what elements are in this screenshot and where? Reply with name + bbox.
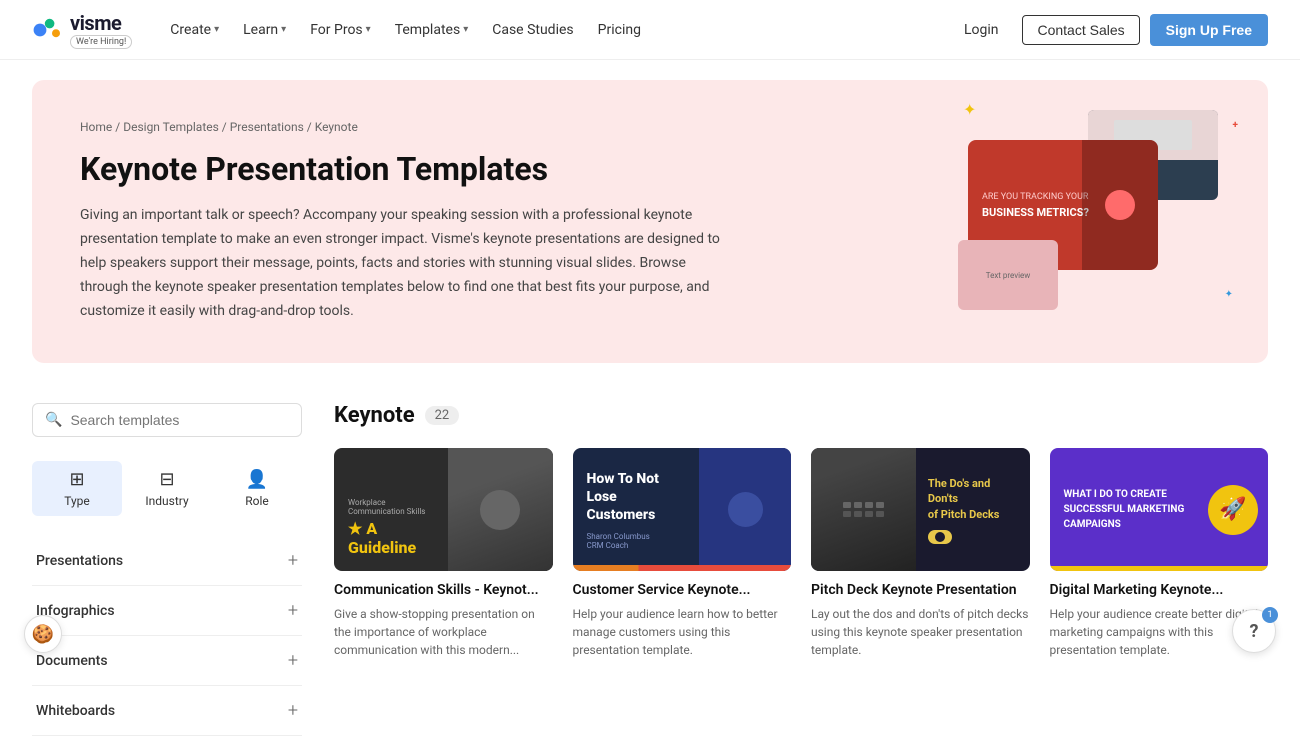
help-icon: ? [1250, 621, 1259, 642]
breadcrumb-design-templates[interactable]: Design Templates [123, 120, 219, 134]
logo[interactable]: visme We're Hiring! [32, 11, 132, 49]
nav-case-studies[interactable]: Case Studies [482, 16, 583, 44]
hero-image: text ARE YOU TRACKING YOUR BUSINESS METR… [948, 90, 1248, 330]
breadcrumb-keynote: Keynote [315, 120, 358, 134]
sidebar-item-presentations[interactable]: Presentations + [32, 536, 302, 585]
breadcrumb-presentations[interactable]: Presentations [230, 120, 304, 134]
thumbnail-image [448, 448, 553, 571]
hero-banner: Home / Design Templates / Presentations … [32, 80, 1268, 363]
chevron-down-icon: ▾ [463, 24, 468, 35]
template-description: Lay out the dos and don'ts of pitch deck… [811, 605, 1030, 659]
section-header: Keynote 22 [334, 403, 1268, 428]
sidebar-item-documents[interactable]: Documents + [32, 636, 302, 685]
expand-icon: + [288, 550, 298, 571]
expand-icon: + [288, 700, 298, 721]
template-description: Help your audience learn how to better m… [573, 605, 792, 659]
sidebar-item-whiteboards[interactable]: Whiteboards + [32, 686, 302, 735]
login-button[interactable]: Login [950, 16, 1013, 44]
breadcrumb: Home / Design Templates / Presentations … [80, 120, 720, 134]
role-icon: 👤 [246, 469, 268, 490]
template-thumbnail: The Do's and Don'tsof Pitch Decks [811, 448, 1030, 571]
nav-create[interactable]: Create ▾ [160, 16, 229, 44]
cookie-icon: 🍪 [32, 624, 54, 645]
help-button[interactable]: ? 1 [1232, 609, 1276, 653]
template-thumbnail: How To NotLose Customers Sharon Columbus… [573, 448, 792, 571]
section-count: 22 [425, 406, 460, 425]
page-title: Keynote Presentation Templates [80, 150, 720, 188]
industry-icon: ⊟ [159, 469, 174, 490]
type-icon: ⊞ [69, 469, 84, 490]
sidebar: 🔍 ⊞ Type ⊟ Industry 👤 Role Presentations… [32, 403, 302, 736]
template-title: Pitch Deck Keynote Presentation [811, 581, 1030, 599]
template-card[interactable]: The Do's and Don'tsof Pitch Decks Pitch … [811, 448, 1030, 659]
thumbnail-image [699, 448, 791, 571]
template-title: Digital Marketing Keynote... [1050, 581, 1269, 599]
sidebar-item-infographics[interactable]: Infographics + [32, 586, 302, 635]
templates-grid: Workplace Communication Skills ★ A Guide… [334, 448, 1268, 659]
template-title: Customer Service Keynote... [573, 581, 792, 599]
filter-tab-industry[interactable]: ⊟ Industry [122, 461, 212, 516]
search-icon: 🔍 [45, 412, 62, 428]
cookie-button[interactable]: 🍪 [24, 615, 62, 653]
template-thumbnail: WHAT I DO TO CREATE SUCCESSFUL MARKETING… [1050, 448, 1269, 571]
help-badge: 1 [1262, 607, 1278, 623]
templates-area: Keynote 22 Workplace Communication Skill… [302, 403, 1268, 736]
section-title: Keynote [334, 403, 415, 428]
sidebar-section-documents: Documents + [32, 636, 302, 686]
nav-templates[interactable]: Templates ▾ [385, 16, 479, 44]
hero-image-stack: text ARE YOU TRACKING YOUR BUSINESS METR… [958, 110, 1238, 310]
template-title: Communication Skills - Keynot... [334, 581, 553, 599]
template-card[interactable]: Workplace Communication Skills ★ A Guide… [334, 448, 553, 659]
hero-content: Home / Design Templates / Presentations … [80, 120, 720, 323]
nav-links: Create ▾ Learn ▾ For Pros ▾ Templates ▾ … [160, 16, 950, 44]
sidebar-section-whiteboards: Whiteboards + [32, 686, 302, 736]
filter-tab-type[interactable]: ⊞ Type [32, 461, 122, 516]
main-content: 🔍 ⊞ Type ⊟ Industry 👤 Role Presentations… [0, 383, 1300, 756]
sidebar-section-infographics: Infographics + [32, 586, 302, 636]
nav-learn[interactable]: Learn ▾ [233, 16, 296, 44]
nav-for-pros[interactable]: For Pros ▾ [300, 16, 380, 44]
chevron-down-icon: ▾ [366, 24, 371, 35]
hero-description: Giving an important talk or speech? Acco… [80, 204, 720, 323]
expand-icon: + [288, 650, 298, 671]
template-description: Give a show-stopping presentation on the… [334, 605, 553, 659]
hiring-badge: We're Hiring! [70, 35, 132, 49]
brand-name: visme [70, 11, 132, 35]
search-input[interactable] [70, 412, 289, 428]
filter-tabs: ⊞ Type ⊟ Industry 👤 Role [32, 461, 302, 516]
chevron-down-icon: ▾ [214, 24, 219, 35]
navbar: visme We're Hiring! Create ▾ Learn ▾ For… [0, 0, 1300, 60]
search-box[interactable]: 🔍 [32, 403, 302, 437]
chevron-down-icon: ▾ [281, 24, 286, 35]
nav-right: Login Contact Sales Sign Up Free [950, 14, 1268, 46]
thumbnail-icon: 🚀 [1208, 485, 1258, 535]
contact-sales-button[interactable]: Contact Sales [1022, 15, 1139, 45]
nav-pricing[interactable]: Pricing [588, 16, 651, 44]
template-card[interactable]: How To NotLose Customers Sharon Columbus… [573, 448, 792, 659]
expand-icon: + [288, 600, 298, 621]
thumbnail-image [811, 448, 916, 571]
template-thumbnail: Workplace Communication Skills ★ A Guide… [334, 448, 553, 571]
filter-tab-role[interactable]: 👤 Role [212, 461, 302, 516]
sidebar-section-presentations: Presentations + [32, 536, 302, 586]
signup-button[interactable]: Sign Up Free [1150, 14, 1268, 46]
breadcrumb-home[interactable]: Home [80, 120, 112, 134]
